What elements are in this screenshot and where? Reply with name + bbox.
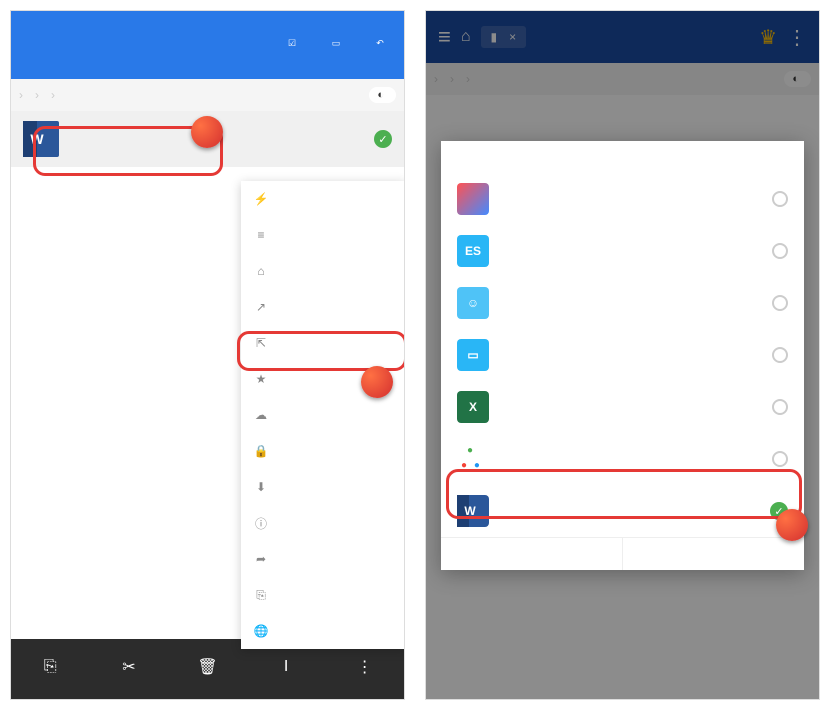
es-editor-icon: ES xyxy=(457,235,489,267)
editor-icon: ▭ xyxy=(457,339,489,371)
rename-button[interactable]: I xyxy=(276,657,296,681)
cancel-selection-button[interactable]: ☑ xyxy=(280,31,304,59)
app-contacts[interactable]: ☺ xyxy=(441,277,804,329)
menu-properties[interactable]: ⓘ xyxy=(241,505,405,541)
radio-icon xyxy=(772,295,788,311)
lines-icon: ≡ xyxy=(253,227,269,243)
arrow-icon: ➦ xyxy=(253,551,269,567)
delete-button[interactable]: 🗑 xyxy=(197,657,217,681)
home-icon: ⌂ xyxy=(253,263,269,279)
lock-icon: 🔒 xyxy=(253,443,269,459)
radio-icon xyxy=(772,243,788,259)
menu-add-home[interactable]: ⌂ xyxy=(241,253,405,289)
context-menu: ⚡ ≡ ⌂ ↗ ⇱ ★ ☁ 🔒 ⬇ ⓘ ➦ ⎘ 🌐 xyxy=(241,181,405,649)
more-button[interactable]: ⋮ xyxy=(355,657,375,681)
menu-move[interactable]: ➦ xyxy=(241,541,405,577)
undo-icon: ↶ xyxy=(368,31,392,55)
star-icon: ★ xyxy=(253,371,269,387)
chevron-icon: › xyxy=(35,88,39,102)
radio-icon xyxy=(772,347,788,363)
officesuite-icon xyxy=(457,443,489,475)
radio-icon xyxy=(772,399,788,415)
radio-icon xyxy=(772,191,788,207)
badge-1 xyxy=(191,116,223,148)
app-word[interactable]: W ✓ xyxy=(441,485,804,537)
app-excel[interactable]: X xyxy=(441,381,804,433)
open-icon: ⇱ xyxy=(253,335,269,351)
menu-copy-to[interactable]: ⎘ xyxy=(241,577,405,613)
menu-hide[interactable]: ≡ xyxy=(241,217,405,253)
menu-web-search[interactable]: 🌐 xyxy=(241,613,405,649)
right-phone: ≡ ⌂ ▮ × ♛ ⋮ › › › ◐ xyxy=(425,10,820,700)
app-docs-viewer[interactable] xyxy=(441,173,804,225)
excel-icon: X xyxy=(457,391,489,423)
menu-compress[interactable]: ⬇ xyxy=(241,469,405,505)
menu-send[interactable]: ⚡ xyxy=(241,181,405,217)
app-editor[interactable]: ▭ xyxy=(441,329,804,381)
chevron-icon: › xyxy=(51,88,55,102)
rename-icon: I xyxy=(276,657,296,677)
word-icon: W xyxy=(23,121,59,157)
menu-share[interactable]: ↗ xyxy=(241,289,405,325)
dots-icon: ⋮ xyxy=(355,657,375,677)
breadcrumb: › › › ◐ xyxy=(11,79,404,111)
pie-icon: ◐ xyxy=(377,89,384,101)
menu-backup[interactable]: ☁ xyxy=(241,397,405,433)
select-interval-button[interactable]: ▭ xyxy=(324,31,348,59)
contacts-icon: ☺ xyxy=(457,287,489,319)
left-phone: ☑ ▭ ↶ › › › ◐ xyxy=(10,10,405,700)
compress-icon: ⬇ xyxy=(253,479,269,495)
check-icon: ✓ xyxy=(374,130,392,148)
cancel-button[interactable]: ↶ xyxy=(368,31,392,59)
badge-2 xyxy=(361,366,393,398)
always-button[interactable] xyxy=(441,538,623,570)
menu-encrypt[interactable]: 🔒 xyxy=(241,433,405,469)
copy-icon: ⎘ xyxy=(40,657,60,677)
word-icon: W xyxy=(457,495,489,527)
cut-button[interactable]: ✂ xyxy=(119,657,139,681)
copy-button[interactable]: ⎘ xyxy=(40,657,60,681)
app-officesuite[interactable] xyxy=(441,433,804,485)
open-with-dialog: ES ☺ ▭ X xyxy=(441,141,804,570)
app-es-editor[interactable]: ES xyxy=(441,225,804,277)
cut-icon: ✂ xyxy=(119,657,139,677)
trash-icon: 🗑 xyxy=(197,657,217,677)
radio-icon xyxy=(772,451,788,467)
menu-open-as[interactable]: ⇱ xyxy=(241,325,405,361)
copy-icon: ⎘ xyxy=(253,587,269,603)
toolbar: ☑ ▭ ↶ xyxy=(11,11,404,79)
cloud-icon: ☁ xyxy=(253,407,269,423)
bolt-icon: ⚡ xyxy=(253,191,269,207)
dialog-title xyxy=(441,141,804,173)
info-icon: ⓘ xyxy=(253,515,269,531)
globe-icon: 🌐 xyxy=(253,623,269,639)
chevron-icon: › xyxy=(19,88,23,102)
checkbox-icon: ☑ xyxy=(280,31,304,55)
docs-viewer-icon xyxy=(457,183,489,215)
storage-badge[interactable]: ◐ xyxy=(369,87,396,103)
dialog-buttons xyxy=(441,537,804,570)
share-icon: ↗ xyxy=(253,299,269,315)
badge-3 xyxy=(776,509,808,541)
once-button[interactable] xyxy=(623,538,804,570)
interval-icon: ▭ xyxy=(324,31,348,55)
